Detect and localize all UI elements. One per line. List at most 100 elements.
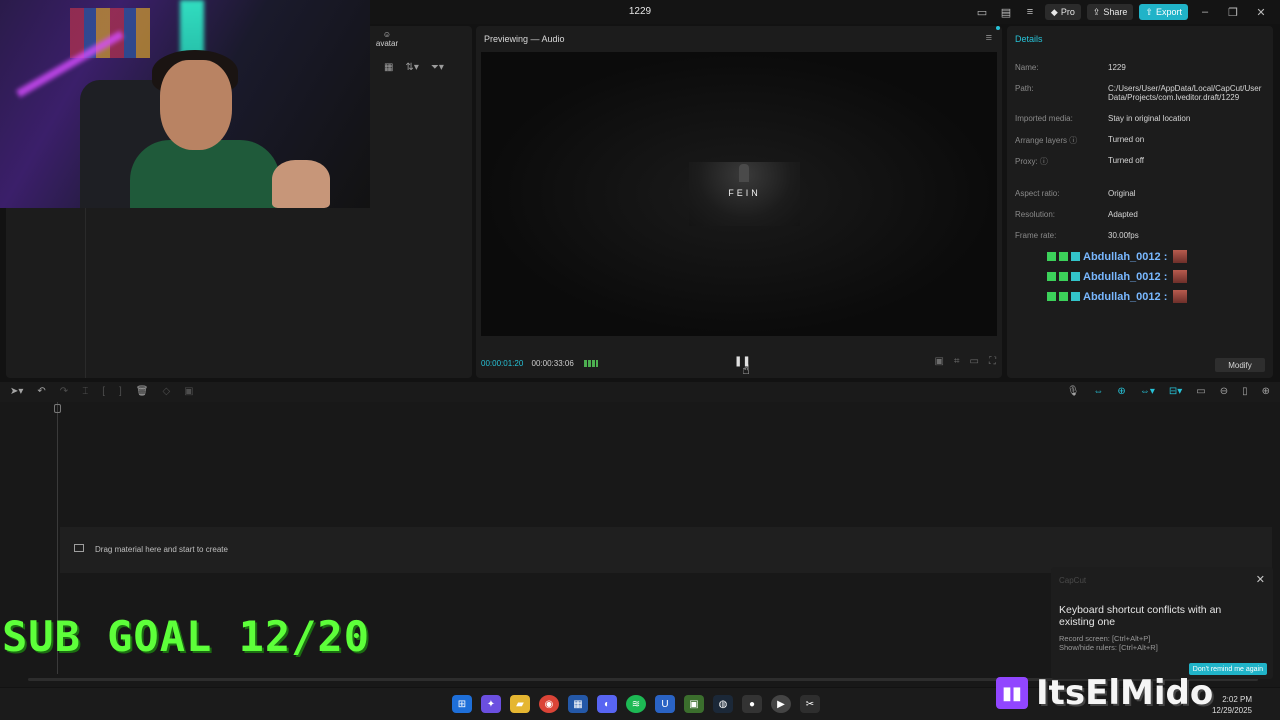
- detail-value: Adapted: [1108, 210, 1138, 219]
- plus-badge-icon: [1059, 252, 1068, 261]
- trim-left-icon[interactable]: [: [102, 386, 105, 397]
- kick-badge-icon: [1047, 292, 1056, 301]
- detail-key: Frame rate:: [1015, 231, 1057, 240]
- detail-key: Arrange layers ⓘ: [1015, 136, 1078, 145]
- shortcut-notification: CapCut ✕ Keyboard shortcut conflicts wit…: [1051, 567, 1273, 679]
- detail-value: 30.00fps: [1108, 231, 1139, 240]
- shortcuts-icon[interactable]: ▤: [997, 3, 1015, 21]
- sort-icon[interactable]: ⇅▾: [405, 62, 418, 73]
- media-player-icon[interactable]: ▶: [771, 695, 791, 713]
- caption-track-icon[interactable]: ▭: [1196, 386, 1205, 397]
- avatar-label: avatar: [375, 39, 399, 48]
- streamer-name: ItsElMido: [1036, 673, 1214, 713]
- capcut-icon[interactable]: ✂: [800, 695, 820, 713]
- nvidia-icon[interactable]: ▣: [684, 695, 704, 713]
- spotify-icon[interactable]: ≋: [626, 695, 646, 713]
- sub-badge-icon: [1071, 272, 1080, 281]
- notification-app: CapCut: [1059, 576, 1087, 585]
- export-button[interactable]: ⇧ Export: [1139, 4, 1188, 20]
- emote-icon: [1173, 250, 1188, 263]
- captions-icon[interactable]: ▣: [934, 356, 943, 367]
- delete-icon[interactable]: 🗑: [136, 386, 149, 397]
- preview-axis-icon[interactable]: ⊟▾: [1169, 386, 1182, 397]
- timeline-tools-left: ➤▾ ↶ ↷ ⌶ [ ] 🗑 ◇ ▣: [10, 386, 194, 397]
- audio-meter-icon: [584, 360, 598, 368]
- preview-panel: Previewing — Audio ≡ FEIN 00:00:01:20 00…: [476, 26, 1002, 378]
- notification-line: Record screen: [Ctrl+Alt+P]: [1059, 634, 1151, 643]
- store-icon[interactable]: ▦: [568, 695, 588, 713]
- share-button[interactable]: ⇪ Share: [1086, 4, 1134, 20]
- drop-hint: Drag material here and start to create: [95, 545, 228, 554]
- preview-tools: ▣ ⌗ ▭ ⛶: [934, 356, 996, 367]
- link-icon[interactable]: ⇔: [1093, 386, 1103, 397]
- chat-message: Abdullah_0012 :: [1047, 250, 1188, 263]
- undo-icon[interactable]: ↶: [37, 386, 45, 397]
- magnet-icon[interactable]: ⊕: [1117, 386, 1125, 397]
- microphone-icon[interactable]: 🎙: [1067, 386, 1080, 397]
- detail-value: 1229: [1108, 63, 1126, 72]
- close-icon[interactable]: ✕: [1256, 573, 1265, 586]
- filter-icon[interactable]: ⏷▾: [431, 62, 444, 73]
- split-icon[interactable]: ⌶: [82, 386, 88, 397]
- avatar-tab[interactable]: ☺ avatar: [372, 30, 402, 48]
- chat-username: Abdullah_0012 :: [1083, 270, 1168, 283]
- detail-value: Original: [1108, 189, 1136, 198]
- detail-key: Aspect ratio:: [1015, 189, 1060, 198]
- frame-icon[interactable]: ▣: [184, 386, 193, 397]
- marker-icon[interactable]: ◇: [162, 386, 170, 397]
- playhead-handle[interactable]: [54, 404, 61, 413]
- file-explorer-icon[interactable]: ▰: [510, 695, 530, 713]
- restore-button[interactable]: ❐: [1222, 3, 1244, 21]
- chat-username: Abdullah_0012 :: [1083, 290, 1168, 303]
- chat-message: Abdullah_0012 :: [1047, 270, 1188, 283]
- close-button[interactable]: ✕: [1250, 3, 1272, 21]
- film-icon: [74, 544, 84, 552]
- windows-start-icon[interactable]: ⊞: [452, 695, 472, 713]
- preview-menu-icon[interactable]: ≡: [986, 32, 992, 44]
- preview-title: Previewing — Audio: [484, 34, 565, 44]
- redo-icon[interactable]: ↷: [60, 386, 68, 397]
- emote-icon: [1173, 290, 1188, 303]
- vpn-icon[interactable]: U: [655, 695, 675, 713]
- copilot-icon[interactable]: ✦: [481, 695, 501, 713]
- clock-time: 2:02 PM: [1222, 695, 1252, 704]
- modify-button[interactable]: Modify: [1215, 358, 1265, 372]
- plus-badge-icon: [1059, 292, 1068, 301]
- zoom-in-icon[interactable]: ⊕: [1262, 386, 1270, 397]
- minimize-button[interactable]: –: [1194, 3, 1216, 21]
- zoom-slider[interactable]: ▯: [1242, 386, 1248, 397]
- pro-button[interactable]: ◆ Pro: [1044, 4, 1081, 20]
- chat-message: Abdullah_0012 :: [1047, 290, 1188, 303]
- layout-icon[interactable]: ▭: [973, 3, 991, 21]
- titlebar-actions: ▭ ▤ ≡ ◆ Pro ⇪ Share ⇧ Export – ❐ ✕: [973, 3, 1272, 21]
- ratio-icon[interactable]: ▭: [970, 356, 979, 367]
- menu-icon[interactable]: ≡: [1021, 3, 1039, 21]
- trim-right-icon[interactable]: ]: [119, 386, 122, 397]
- crop-icon[interactable]: ⌗: [954, 356, 960, 367]
- mouse-cursor-icon: ☝: [742, 362, 750, 377]
- preview-canvas[interactable]: FEIN: [481, 52, 997, 336]
- chrome-icon[interactable]: ◉: [539, 695, 559, 713]
- view-mode-icon[interactable]: ▦: [384, 62, 393, 73]
- detail-value: Stay in original location: [1108, 114, 1191, 123]
- status-dot: [996, 26, 1000, 30]
- snap-icon[interactable]: ⇔▾: [1140, 386, 1155, 397]
- timeline-tools-right: 🎙 ⇔ ⊕ ⇔▾ ⊟▾ ▭ ⊖ ▯ ⊕: [1067, 386, 1270, 397]
- discord-icon[interactable]: ◐: [597, 695, 617, 713]
- detail-key: Path:: [1015, 84, 1034, 93]
- zoom-out-icon[interactable]: ⊖: [1220, 386, 1228, 397]
- streamer-head: [160, 60, 232, 150]
- notification-line: Show/hide rulers: [Ctrl+Alt+R]: [1059, 643, 1158, 652]
- streamer-body: [130, 140, 280, 208]
- steam-icon[interactable]: ◍: [713, 695, 733, 713]
- sub-goal-overlay: SUB GOAL 12/20: [2, 612, 371, 661]
- obs-icon[interactable]: ●: [742, 695, 762, 713]
- total-time: 00:00:33:06: [531, 359, 574, 368]
- system-clock[interactable]: 2:02 PM 12/29/2025: [1212, 694, 1252, 716]
- avatar-icon: ☺: [382, 30, 392, 39]
- fullscreen-icon[interactable]: ⛶: [989, 356, 996, 367]
- sub-badge-icon: [1071, 252, 1080, 261]
- chat-username: Abdullah_0012 :: [1083, 250, 1168, 263]
- select-tool-icon[interactable]: ➤▾: [10, 386, 23, 397]
- details-panel: Details Name: 1229 Path: C:/Users/User/A…: [1007, 26, 1273, 378]
